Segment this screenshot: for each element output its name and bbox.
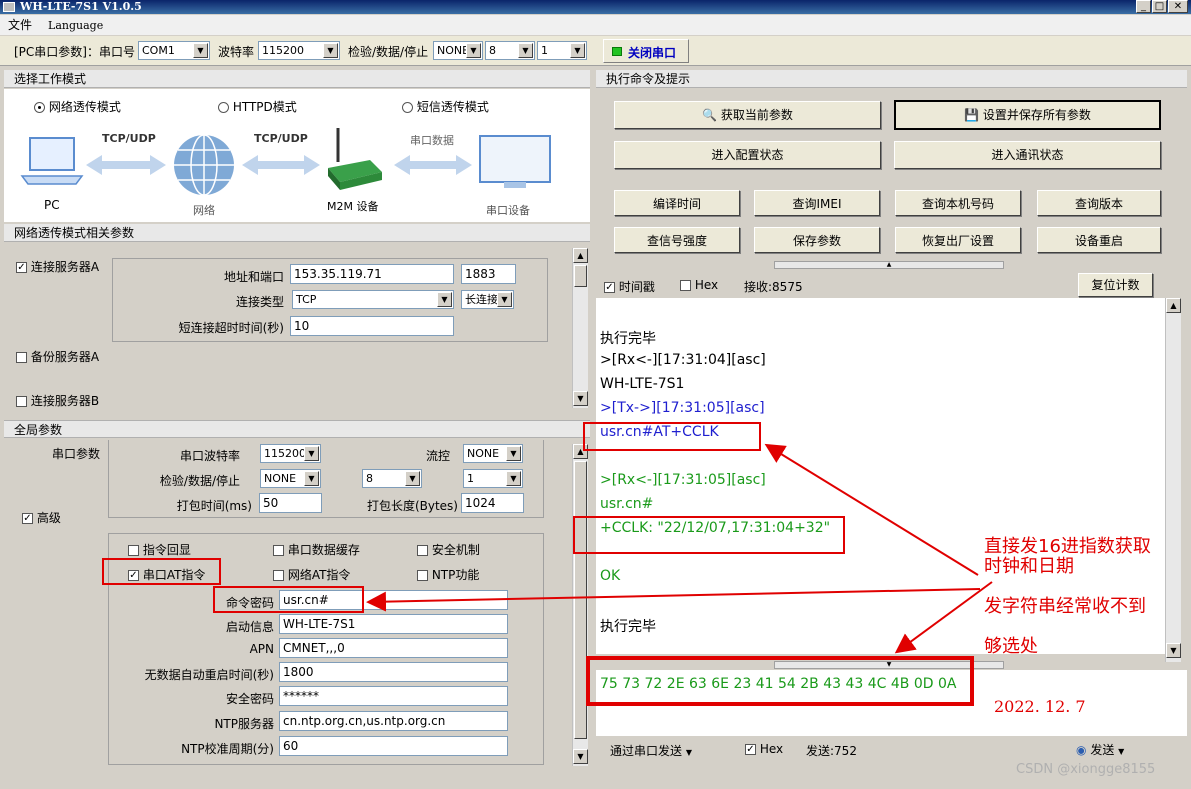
annotation-note: 时钟和日期 <box>984 556 1074 577</box>
annotation-date: 2022. 12. 7 <box>994 697 1086 716</box>
annotation-note: 发字符串经常收不到 <box>984 596 1146 617</box>
annotation-arrows <box>366 443 993 654</box>
annotation-note: 够选处 <box>984 636 1038 657</box>
watermark: CSDN @xiongge8155 <box>1016 762 1156 777</box>
